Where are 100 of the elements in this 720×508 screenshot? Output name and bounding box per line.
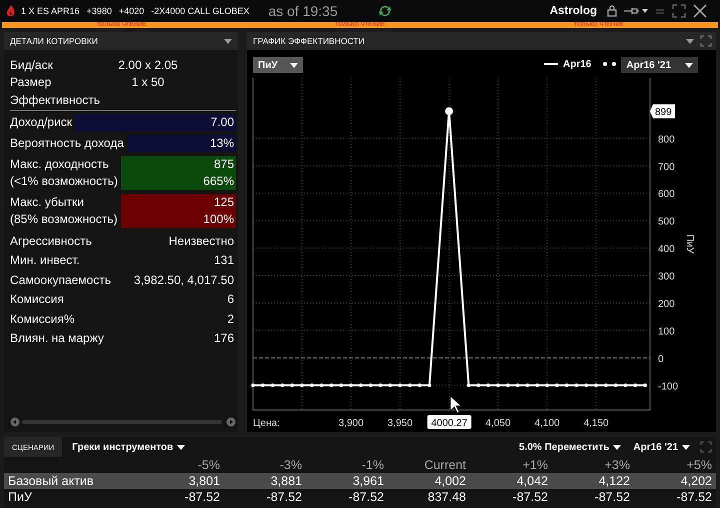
axis-label: 600 bbox=[658, 189, 675, 200]
column-header: -3% bbox=[280, 458, 302, 472]
date-dropdown[interactable]: Apr16 '21 bbox=[621, 57, 698, 73]
data-point bbox=[349, 384, 353, 388]
axis-label: 800 bbox=[658, 134, 675, 146]
data-point bbox=[584, 384, 588, 388]
instrument-text: +4020 bbox=[118, 6, 144, 16]
metric-label: Вероятность дохода bbox=[10, 135, 124, 152]
value-marker: 899 bbox=[650, 104, 675, 118]
column-header: Current bbox=[424, 458, 466, 472]
greeks-dropdown[interactable]: Греки инструментов bbox=[70, 442, 188, 452]
field-label: Самоокупаемость bbox=[10, 272, 111, 287]
field-value: 3,982.50, 4,017.50 bbox=[134, 272, 234, 287]
field-value: 131 bbox=[214, 253, 234, 268]
caret-icon bbox=[685, 62, 693, 68]
table-row[interactable]: ПиУ -87.52 -87.52 -87.52 837.48 -87.52 -87.52 -87.52 bbox=[4, 489, 716, 505]
table-cell: -87.52 bbox=[348, 490, 384, 504]
table-cell: -87.52 bbox=[676, 490, 712, 504]
refresh-icon[interactable] bbox=[378, 4, 392, 18]
table-cell: -87.52 bbox=[184, 490, 220, 504]
data-point bbox=[486, 384, 490, 388]
caret-icon bbox=[686, 38, 694, 44]
axis-label: 3,900 bbox=[338, 418, 364, 429]
flame-icon bbox=[6, 5, 15, 17]
caret-icon bbox=[177, 444, 186, 450]
metric-dropdown[interactable]: ПиУ bbox=[253, 57, 303, 73]
row-label: ПиУ bbox=[8, 490, 32, 504]
table-row[interactable]: Базовый актив 3,801 3,881 3,961 4,002 4,042 4,122 4,202 bbox=[4, 473, 716, 489]
data-point bbox=[408, 384, 412, 388]
table-cell: 3,881 bbox=[270, 474, 302, 488]
column-header: +1% bbox=[522, 458, 548, 472]
field-label: Размер bbox=[10, 74, 52, 88]
date-dropdown[interactable]: Apr16 '21 bbox=[631, 442, 692, 452]
axis-label: 4,100 bbox=[534, 418, 560, 429]
move-dropdown[interactable]: 5.0% Переместить bbox=[517, 442, 624, 452]
metric-value: 13% bbox=[210, 135, 234, 152]
metric-value: 125 bbox=[214, 194, 234, 211]
horizontal-scrollbar[interactable] bbox=[10, 417, 236, 427]
metric-label: (85% возможность) bbox=[10, 211, 118, 228]
data-point bbox=[339, 384, 344, 388]
data-point bbox=[614, 384, 618, 388]
table-cell: -87.52 bbox=[594, 490, 630, 504]
metric-value: 7.00 bbox=[210, 114, 234, 131]
dotted-legend-icon bbox=[603, 62, 618, 66]
data-point bbox=[445, 107, 454, 116]
data-point bbox=[378, 384, 382, 388]
metric-value: 665% bbox=[203, 173, 234, 190]
data-point bbox=[418, 384, 422, 388]
lock-icon[interactable] bbox=[607, 5, 617, 17]
axis-label: 700 bbox=[658, 162, 675, 173]
caret-icon bbox=[290, 62, 298, 68]
field-label: Комиссия% bbox=[10, 312, 74, 326]
expand-icon[interactable] bbox=[700, 35, 712, 47]
data-point bbox=[428, 384, 432, 388]
data-point bbox=[359, 384, 363, 388]
data-point bbox=[290, 384, 294, 388]
axis-label: 100 bbox=[658, 326, 675, 338]
axis-label: 3,950 bbox=[388, 418, 413, 429]
section-heading: Эффективность bbox=[10, 91, 236, 111]
column-header: +3% bbox=[604, 458, 630, 472]
data-point bbox=[310, 384, 314, 388]
field-value: 2 bbox=[227, 312, 234, 326]
caret-icon bbox=[613, 444, 622, 450]
panel-title: ДЕТАЛИ КОТИРОВКИ bbox=[10, 36, 98, 46]
expand-icon[interactable] bbox=[672, 4, 686, 18]
axis-label: 200 bbox=[658, 299, 675, 310]
axis-title: Цена: bbox=[253, 418, 280, 429]
account-name: Astrolog bbox=[550, 5, 597, 17]
close-icon[interactable] bbox=[693, 4, 707, 18]
metric-value: 100% bbox=[203, 211, 234, 228]
data-point bbox=[506, 384, 510, 388]
field-value: Неизвестно bbox=[168, 234, 234, 248]
pin-icon[interactable] bbox=[624, 6, 648, 16]
data-point bbox=[574, 384, 578, 388]
field-label: Бид/аск bbox=[10, 58, 54, 72]
data-point bbox=[270, 384, 274, 388]
expand-icon[interactable] bbox=[700, 441, 712, 453]
axis-title: ПиУ bbox=[684, 234, 695, 254]
caret-icon bbox=[224, 38, 232, 44]
column-header: -1% bbox=[362, 458, 384, 472]
panel-title: ГРАФИК ЭФФЕКТИВНОСТИ bbox=[253, 36, 365, 46]
data-point bbox=[280, 384, 284, 388]
caret-icon bbox=[682, 444, 690, 450]
timestamp: as of 19:35 bbox=[268, 3, 338, 19]
annotation: 899 bbox=[655, 107, 672, 118]
axis-label: 400 bbox=[658, 244, 675, 256]
column-header: -5% bbox=[198, 458, 220, 472]
price-marker: 4000.27 bbox=[427, 415, 472, 429]
axis-label: 0 bbox=[658, 354, 664, 365]
data-point bbox=[330, 384, 334, 388]
axis-label: 4,150 bbox=[584, 418, 609, 429]
table-cell: -87.52 bbox=[512, 490, 548, 504]
axis-label: -100 bbox=[658, 381, 678, 392]
data-point bbox=[388, 384, 392, 388]
legend-label: Apr16 bbox=[563, 58, 592, 70]
data-point bbox=[516, 384, 520, 388]
axis-label: 300 bbox=[658, 272, 675, 283]
data-point bbox=[251, 384, 255, 388]
metric-label: Макс. убытки bbox=[10, 194, 85, 211]
table-cell: 837.48 bbox=[428, 490, 466, 504]
